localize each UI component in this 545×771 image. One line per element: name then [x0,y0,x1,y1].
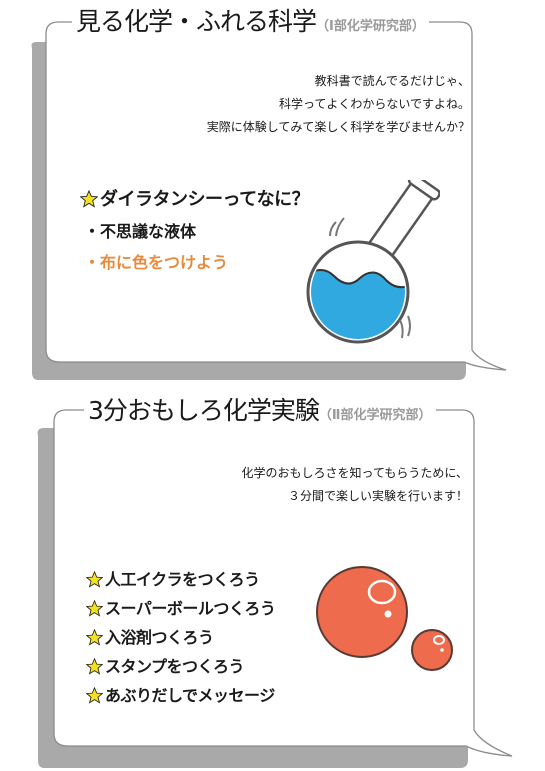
list-item: あぶりだしでメッセージ [86,681,275,710]
list-item-label: 人工イクラをつくろう [105,570,260,589]
section-1-intro: 教科書で読んでるだけじゃ、 科学ってよくわからないですよね。 実際に体験してみて… [207,70,470,139]
star-icon [86,687,103,704]
list-item: スタンプをつくろう [86,652,275,681]
star-icon [86,658,103,675]
section-2-title: 3分おもしろ化学実験（Ⅱ部化学研究部） [84,396,436,431]
topic-heading: ダイラタンシーってなに？ [80,185,310,215]
list-item-label: 入浴剤つくろう [105,628,214,647]
intro-line: 教科書で読んでるだけじゃ、 [314,74,470,88]
star-icon [80,190,98,208]
intro-line: ３分間で楽しい実験を行います！ [287,489,468,503]
list-item: スーパーボールつくろう [86,594,276,623]
topic-heading-text: ダイラタンシーってなに？ [100,189,310,210]
experiment-list: 人工イクラをつくろう スーパーボールつくろう 入浴剤つくろう スタンプをつくろう… [86,565,276,710]
bullet-item: ・不思議な液体 [84,222,197,241]
section-1-title-text: 見る化学・ふれる科学 [76,7,317,36]
star-icon [86,600,103,617]
star-icon [86,571,103,588]
section-1-panel: 見る化学・ふれる科学（Ⅰ部化学研究部） 教科書で読んでるだけじゃ、 科学ってよく… [0,0,545,390]
bullet-item-highlight: ・布に色をつけよう [84,253,229,272]
list-item-label: あぶりだしでメッセージ [105,686,275,705]
intro-line: 科学ってよくわからないですよね。 [278,97,470,111]
section-2-title-text: 3分おもしろ化学実験 [88,396,320,425]
list-item-label: スタンプをつくろう [105,657,245,676]
section-2-intro: 化学のおもしろさを知ってもらうために、 ３分間で楽しい実験を行います！ [242,462,468,508]
list-item: 人工イクラをつくろう [86,565,275,594]
intro-line: 実際に体験してみて楽しく科学を学びませんか？ [206,120,470,134]
intro-line: 化学のおもしろさを知ってもらうために、 [241,466,468,480]
list-item: 入浴剤つくろう [86,623,275,652]
orange-spheres-icon [316,566,453,671]
star-icon [86,629,103,646]
list-item-label: スーパーボールつくろう [105,599,276,618]
section-1-subtitle: （Ⅰ部化学研究部） [316,19,425,34]
section-1-title: 見る化学・ふれる科学（Ⅰ部化学研究部） [72,7,429,42]
section-2-subtitle: （Ⅱ部化学研究部） [318,408,432,423]
section-2-panel: 3分おもしろ化学実験（Ⅱ部化学研究部） 化学のおもしろさを知ってもらうために、 … [0,390,545,771]
round-flask-icon [306,180,440,344]
